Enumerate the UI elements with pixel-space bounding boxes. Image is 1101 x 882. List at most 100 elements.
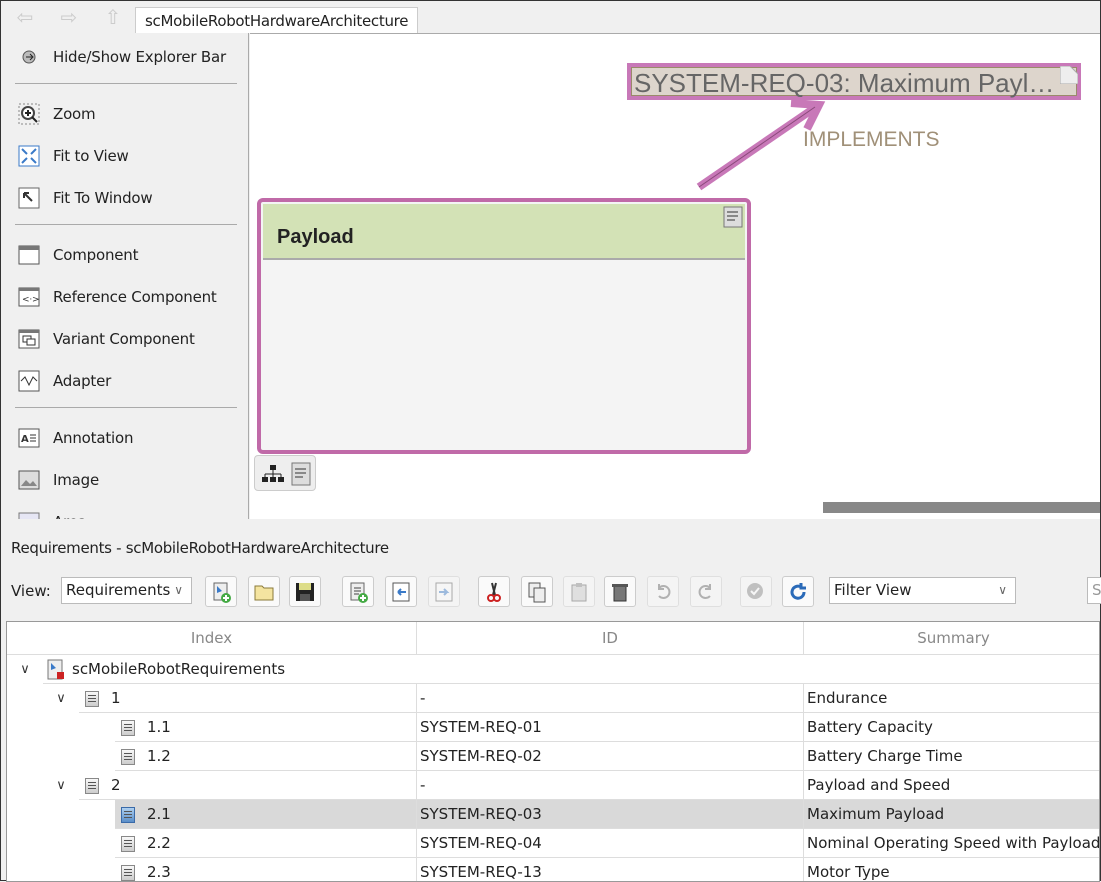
tab-model[interactable]: scMobileRobotHardwareArchitecture [135,7,419,33]
tab-bar: ⇦ ⇨ ⇧ scMobileRobotHardwareArchitecture [1,1,1100,33]
palette-item-variant-component[interactable]: Variant Component [17,324,195,354]
demote-icon [435,582,453,601]
requirement-set-icon [47,659,64,679]
refresh-button[interactable] [782,576,814,607]
open-folder-icon [254,585,274,600]
refresh-icon [790,582,806,600]
summary-cell: Endurance [804,684,1099,713]
requirement-icon [121,748,135,765]
undo-icon [658,583,671,599]
table-row[interactable]: 1.2 SYSTEM-REQ-02 Battery Charge Time [7,742,1099,771]
chevron-down-icon: ∨ [998,583,1007,597]
table-row[interactable]: ∨ 1 - Endurance [7,684,1099,713]
search-input[interactable]: S [1087,577,1101,604]
save-button[interactable] [289,576,321,607]
fit-to-view-icon [17,144,41,168]
palette-item-label: Hide/Show Explorer Bar [53,48,226,66]
filter-view-select[interactable]: Filter View ∨ [829,577,1016,604]
summary-cell: Maximum Payload [804,800,1099,829]
column-header-index[interactable]: Index [7,622,417,655]
index-cell: 2 [111,776,121,794]
table-row[interactable]: 2.2 SYSTEM-REQ-04 Nominal Operating Speed … [7,829,1099,858]
requirement-icon [121,835,135,852]
palette-item-label: Reference Component [53,288,217,306]
view-select[interactable]: Requirements ∨ [61,577,192,604]
promote-button[interactable] [385,576,417,607]
tree-root-row[interactable]: ∨ scMobileRobotRequirements [7,655,1099,684]
palette-item-area[interactable]: Area [17,507,87,519]
zoom-icon [17,102,41,126]
block-toolbar [254,455,316,491]
tool-palette: Hide/Show Explorer Bar Zoom Fit to View Fit… [1,33,249,519]
index-cell: 2.1 [147,805,171,823]
palette-item-label: Image [53,471,99,489]
component-icon [17,243,41,267]
palette-item-image[interactable]: Image [17,465,99,495]
chevron-down-icon[interactable]: ∨ [53,684,69,713]
cut-button[interactable] [478,576,510,607]
redo-icon [698,583,711,599]
requirement-icon [121,806,135,823]
copy-icon [528,582,546,602]
requirement-doc-icon[interactable] [291,462,311,486]
delete-icon [612,583,628,601]
redo-button[interactable] [690,576,722,607]
add-requirement-set-button[interactable] [205,576,237,607]
chevron-down-icon[interactable]: ∨ [17,655,33,684]
requirements-toolbar: View: Requirements ∨ Filter View ∨ S [1,573,1101,609]
add-justification-button[interactable] [740,576,772,607]
component-header: Payload [263,204,745,260]
requirement-icon [85,777,99,794]
id-cell: SYSTEM-REQ-13 [417,858,804,881]
palette-item-component[interactable]: Component [17,240,138,270]
requirement-note[interactable]: SYSTEM-REQ-03: Maximum Payl… [627,63,1081,100]
link-label: IMPLEMENTS [803,128,940,151]
table-row[interactable]: 2.1 SYSTEM-REQ-03 Maximum Payload [7,800,1099,829]
chevron-down-icon[interactable]: ∨ [53,771,69,800]
palette-item-label: Fit To Window [53,189,153,207]
adapter-icon [17,369,41,393]
paste-icon [571,582,587,601]
palette-item-hide-show-explorer-bar[interactable]: Hide/Show Explorer Bar [17,42,226,72]
palette-item-annotation[interactable]: A Annotation [17,423,133,453]
chevron-down-icon: ∨ [174,583,183,597]
palette-item-fit-to-window[interactable]: Fit To Window [17,183,153,213]
palette-item-adapter[interactable]: Adapter [17,366,111,396]
up-arrow-icon[interactable]: ⇧ [99,7,127,29]
svg-text:<·>: <·> [22,295,39,305]
filter-select-value: Filter View [834,581,912,599]
demote-button[interactable] [428,576,460,607]
palette-item-zoom[interactable]: Zoom [17,99,96,129]
undo-button[interactable] [647,576,679,607]
back-arrow-icon[interactable]: ⇦ [11,7,39,29]
copy-button[interactable] [521,576,553,607]
palette-item-fit-to-view[interactable]: Fit to View [17,141,129,171]
forward-arrow-icon[interactable]: ⇨ [55,7,83,29]
palette-item-reference-component[interactable]: <·> Reference Component [17,282,217,312]
id-cell: - [417,771,804,800]
folded-corner-icon [1060,66,1078,84]
horizontal-scrollbar[interactable] [823,502,1100,513]
palette-item-label: Annotation [53,429,134,447]
delete-button[interactable] [604,576,636,607]
table-row[interactable]: 2.3 SYSTEM-REQ-13 Motor Type [7,858,1099,881]
requirement-set-name: scMobileRobotRequirements [72,660,286,678]
summary-cell: Motor Type [804,858,1099,881]
column-header-summary[interactable]: Summary [804,622,1099,655]
requirement-badge-icon[interactable] [723,206,743,228]
reference-component-icon: <·> [17,285,41,309]
payload-component[interactable]: Payload [257,198,751,454]
table-row[interactable]: ∨ 2 - Payload and Speed [7,771,1099,800]
paste-button[interactable] [563,576,595,607]
hierarchy-icon[interactable] [261,464,285,484]
add-requirement-button[interactable] [342,576,374,607]
divider [15,83,237,84]
palette-item-label: Adapter [53,372,112,390]
requirement-icon [121,719,135,736]
requirements-table: Index ID Summary ∨ scMobileRobotRequirements… [6,621,1100,882]
fit-to-window-icon [17,186,41,210]
open-folder-button[interactable] [248,576,280,607]
component-title: Payload [277,226,354,248]
table-row[interactable]: 1.1 SYSTEM-REQ-01 Battery Capacity [7,713,1099,742]
column-header-id[interactable]: ID [417,622,804,655]
